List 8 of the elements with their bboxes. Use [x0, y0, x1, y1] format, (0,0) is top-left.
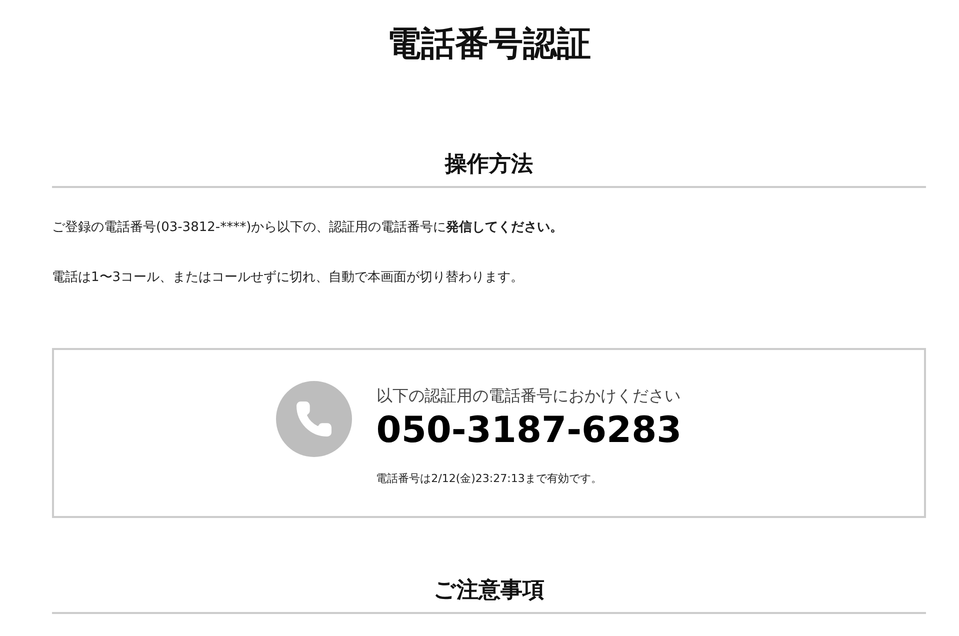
phone-number: 050-3187-6283	[376, 408, 682, 452]
instruction-text: ご登録の電話番号(03-3812-****)から以下の、認証用の電話番号に発信してください。	[52, 219, 564, 237]
instruction-text: 電話は1〜3コール、またはコールせずに切れ、自動で本画面が切り替わります。	[52, 269, 525, 287]
validity-text: 電話番号は2/12(金)23:27:13まで有効です。	[376, 470, 602, 486]
call-prompt: 以下の認証用の電話番号におかけください	[376, 384, 682, 406]
section-heading: ご注意事項	[52, 576, 926, 614]
page-title: 電話番号認証	[386, 23, 592, 66]
section-heading: 操作方法	[52, 150, 926, 188]
